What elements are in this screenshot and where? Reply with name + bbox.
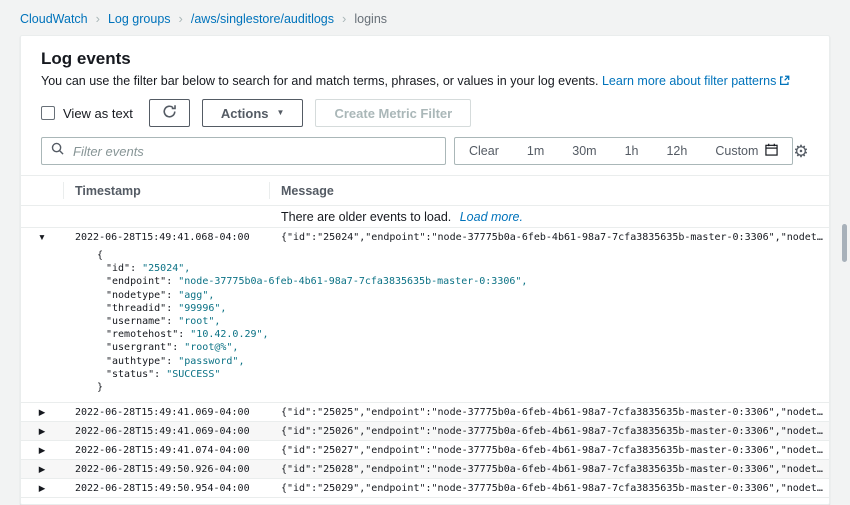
log-event-row[interactable]: ▶ 2022-06-28T15:49:50.954-04:00 {"id":"2… [21, 479, 829, 498]
json-close-brace: } [97, 381, 829, 394]
create-metric-filter-button[interactable]: Create Metric Filter [315, 99, 471, 127]
event-message: {"id":"25028","endpoint":"node-37775b0a-… [269, 464, 829, 475]
page-title: Log events [41, 49, 809, 69]
breadcrumb-link-cloudwatch[interactable]: CloudWatch [20, 12, 88, 26]
older-events-text: There are older events to load. [281, 210, 451, 224]
chevron-down-icon: ▼ [277, 109, 285, 117]
event-message: {"id":"25025","endpoint":"node-37775b0a-… [269, 407, 829, 418]
older-events-row: There are older events to load. Load mor… [21, 206, 829, 228]
event-timestamp: 2022-06-28T15:49:41.068-04:00 [63, 232, 269, 243]
filter-events-search-box [41, 137, 446, 165]
refresh-button[interactable] [149, 99, 190, 127]
range-custom-button[interactable]: Custom [701, 138, 792, 164]
filter-events-input[interactable] [71, 143, 436, 160]
description-text: You can use the filter bar below to sear… [41, 74, 598, 88]
event-timestamp: 2022-06-28T15:49:50.926-04:00 [63, 464, 269, 475]
breadcrumb-link-log-groups[interactable]: Log groups [108, 12, 171, 26]
json-field: "id":"25024", [97, 262, 829, 275]
event-message: {"id":"25024","endpoint":"node-37775b0a-… [269, 232, 829, 243]
expanded-event-json: { "id":"25024", "endpoint":"node-37775b0… [21, 246, 829, 403]
expand-arrow-icon[interactable]: ▶ [39, 484, 46, 493]
load-more-link[interactable]: Load more. [460, 210, 523, 224]
event-timestamp: 2022-06-28T15:49:41.074-04:00 [63, 445, 269, 456]
range-clear-button[interactable]: Clear [455, 138, 513, 164]
event-message: {"id":"25029","endpoint":"node-37775b0a-… [269, 483, 829, 494]
range-1h-button[interactable]: 1h [611, 138, 653, 164]
message-column-header: Message [269, 176, 829, 205]
log-event-row[interactable]: ▶ 2022-06-28T15:49:41.069-04:00 {"id":"2… [21, 403, 829, 422]
breadcrumb-separator-icon: › [179, 11, 183, 26]
toolbar: View as text Actions ▼ Create Metric Fil… [41, 99, 809, 127]
event-timestamp: 2022-06-28T15:49:41.069-04:00 [63, 407, 269, 418]
json-open-brace: { [97, 249, 829, 262]
json-field: "nodetype":"agg", [97, 289, 829, 302]
range-1m-button[interactable]: 1m [513, 138, 558, 164]
json-field: "authtype":"password", [97, 355, 829, 368]
expand-arrow-icon[interactable]: ▶ [39, 465, 46, 474]
checkbox-box[interactable] [41, 106, 55, 120]
scrollbar-thumb[interactable] [842, 224, 847, 262]
json-field: "status":"SUCCESS" [97, 368, 829, 381]
breadcrumb-current-page: logins [354, 12, 387, 26]
json-field: "threadid":"99996", [97, 302, 829, 315]
expand-arrow-icon[interactable]: ▶ [39, 446, 46, 455]
breadcrumb: CloudWatch › Log groups › /aws/singlesto… [0, 0, 850, 35]
json-field: "username":"root", [97, 315, 829, 328]
event-message: {"id":"25026","endpoint":"node-37775b0a-… [269, 426, 829, 437]
search-icon [51, 142, 64, 160]
log-event-row-expanded[interactable]: ▼ 2022-06-28T15:49:41.068-04:00 {"id":"2… [21, 228, 829, 246]
learn-more-link[interactable]: Learn more about filter patterns [602, 74, 790, 88]
range-12h-button[interactable]: 12h [652, 138, 701, 164]
collapse-arrow-icon[interactable]: ▼ [38, 233, 46, 242]
view-as-text-checkbox[interactable]: View as text [41, 106, 133, 121]
page-description: You can use the filter bar below to sear… [41, 73, 809, 89]
time-range-group: Clear 1m 30m 1h 12h Custom [454, 137, 793, 165]
breadcrumb-separator-icon: › [342, 11, 346, 26]
range-30m-button[interactable]: 30m [558, 138, 610, 164]
table-header-row: Timestamp Message [21, 176, 829, 206]
external-link-icon [779, 74, 790, 90]
event-timestamp: 2022-06-28T15:49:50.954-04:00 [63, 483, 269, 494]
event-timestamp: 2022-06-28T15:49:41.069-04:00 [63, 426, 269, 437]
expand-arrow-icon[interactable]: ▶ [39, 427, 46, 436]
json-field: "usergrant":"root@%", [97, 341, 829, 354]
event-message: {"id":"25027","endpoint":"node-37775b0a-… [269, 445, 829, 456]
expand-arrow-icon[interactable]: ▶ [39, 408, 46, 417]
json-field: "endpoint":"node-37775b0a-6feb-4b61-98a7… [97, 275, 829, 288]
actions-button[interactable]: Actions ▼ [202, 99, 304, 127]
calendar-icon [765, 143, 778, 159]
log-event-row[interactable]: ▶ 2022-06-28T15:49:41.069-04:00 {"id":"2… [21, 422, 829, 441]
settings-gear-icon[interactable]: ⚙ [793, 143, 808, 160]
refresh-icon [162, 104, 177, 122]
log-events-table: Timestamp Message There are older events… [21, 175, 829, 498]
log-events-panel: Log events You can use the filter bar be… [20, 35, 830, 505]
json-field: "remotehost":"10.42.0.29", [97, 328, 829, 341]
breadcrumb-separator-icon: › [96, 11, 100, 26]
log-event-row[interactable]: ▶ 2022-06-28T15:49:50.926-04:00 {"id":"2… [21, 460, 829, 479]
breadcrumb-link-log-group[interactable]: /aws/singlestore/auditlogs [191, 12, 334, 26]
log-event-row[interactable]: ▶ 2022-06-28T15:49:41.074-04:00 {"id":"2… [21, 441, 829, 460]
timestamp-column-header: Timestamp [63, 176, 269, 205]
view-as-text-label: View as text [63, 106, 133, 121]
filter-bar: Clear 1m 30m 1h 12h Custom ⚙ [41, 137, 809, 165]
